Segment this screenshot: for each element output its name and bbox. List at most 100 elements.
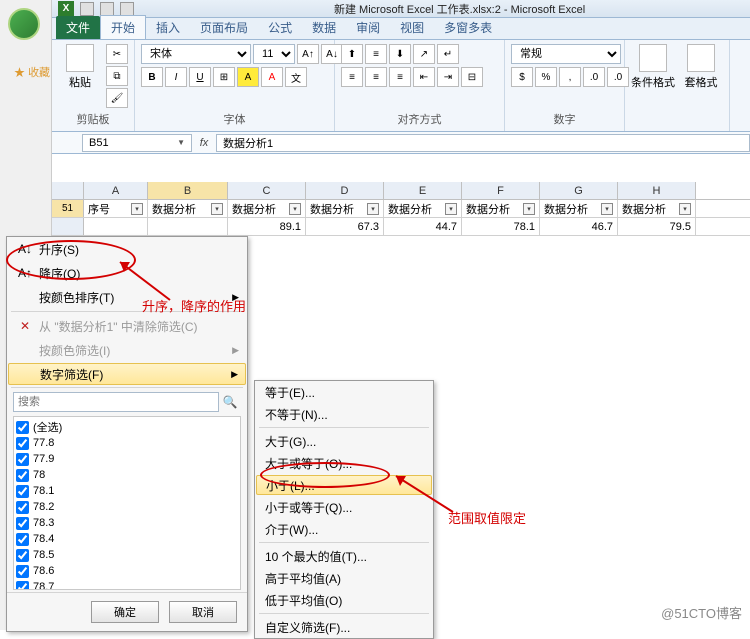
filter-icon[interactable]: ▾ xyxy=(367,203,379,215)
comma-icon[interactable]: , xyxy=(559,67,581,87)
filter-value-all[interactable]: (全选) xyxy=(16,419,238,435)
checkbox[interactable] xyxy=(16,581,29,591)
currency-icon[interactable]: $ xyxy=(511,67,533,87)
wrap-text-icon[interactable]: ↵ xyxy=(437,44,459,64)
filter-value-item[interactable]: 78.1 xyxy=(16,483,238,499)
col-header-d[interactable]: D xyxy=(306,182,384,199)
col-header-e[interactable]: E xyxy=(384,182,462,199)
custom-filter-item[interactable]: 自定义筛选(F)... xyxy=(255,616,433,638)
cell[interactable]: 44.7 xyxy=(384,218,462,235)
copy-icon[interactable]: ⧉ xyxy=(106,66,128,86)
filter-icon[interactable]: ▾ xyxy=(445,203,457,215)
grow-font-icon[interactable]: A↑ xyxy=(297,44,319,64)
tab-insert[interactable]: 插入 xyxy=(146,16,190,39)
filter-icon[interactable]: ▾ xyxy=(601,203,613,215)
filter-value-item[interactable]: 78.4 xyxy=(16,531,238,547)
cell[interactable]: 79.5 xyxy=(618,218,696,235)
formula-bar[interactable]: 数据分析1 xyxy=(216,134,750,152)
checkbox[interactable] xyxy=(16,501,29,514)
align-right-icon[interactable]: ≡ xyxy=(389,67,411,87)
cell[interactable]: 67.3 xyxy=(306,218,384,235)
format-painter-icon[interactable]: 🖌 xyxy=(106,88,128,108)
top10-item[interactable]: 10 个最大的值(T)... xyxy=(255,545,433,567)
undo-icon[interactable] xyxy=(100,2,114,16)
filter-icon[interactable]: ▾ xyxy=(523,203,535,215)
fill-color-button[interactable]: A xyxy=(237,67,259,87)
tab-layout[interactable]: 页面布局 xyxy=(190,16,258,39)
select-all-corner[interactable] xyxy=(52,182,84,199)
tab-review[interactable]: 审阅 xyxy=(346,16,390,39)
checkbox[interactable] xyxy=(16,469,29,482)
less-equal-item[interactable]: 小于或等于(Q)... xyxy=(255,496,433,518)
col-header-b[interactable]: B xyxy=(148,182,228,199)
col-header-a[interactable]: A xyxy=(84,182,148,199)
checkbox[interactable] xyxy=(16,533,29,546)
filter-value-item[interactable]: 77.8 xyxy=(16,435,238,451)
greater-equal-item[interactable]: 大于或等于(O)... xyxy=(255,452,433,474)
inc-decimal-icon[interactable]: .0 xyxy=(583,67,605,87)
header-cell[interactable]: 数据分析▾ xyxy=(148,200,228,217)
phonetic-button[interactable]: 文 xyxy=(285,67,307,87)
cell[interactable]: 89.1 xyxy=(228,218,306,235)
sort-desc-item[interactable]: A↑降序(O) xyxy=(7,261,247,285)
checkbox[interactable] xyxy=(16,549,29,562)
align-center-icon[interactable]: ≡ xyxy=(365,67,387,87)
not-equals-item[interactable]: 不等于(N)... xyxy=(255,403,433,425)
filter-icon[interactable]: ▾ xyxy=(131,203,143,215)
tab-view[interactable]: 视图 xyxy=(390,16,434,39)
redo-icon[interactable] xyxy=(120,2,134,16)
tab-formula[interactable]: 公式 xyxy=(258,16,302,39)
tab-home[interactable]: 开始 xyxy=(100,15,146,39)
ok-button[interactable]: 确定 xyxy=(91,601,159,623)
checkbox[interactable] xyxy=(16,517,29,530)
sort-asc-item[interactable]: A↓升序(S) xyxy=(7,237,247,261)
cut-icon[interactable]: ✂ xyxy=(106,44,128,64)
checkbox[interactable] xyxy=(16,565,29,578)
merge-icon[interactable]: ⊟ xyxy=(461,67,483,87)
indent-inc-icon[interactable]: ⇥ xyxy=(437,67,459,87)
above-avg-item[interactable]: 高于平均值(A) xyxy=(255,567,433,589)
name-box[interactable]: B51▼ xyxy=(82,134,192,152)
border-button[interactable]: ⊞ xyxy=(213,67,235,87)
col-header-c[interactable]: C xyxy=(228,182,306,199)
filter-value-item[interactable]: 78.2 xyxy=(16,499,238,515)
cancel-button[interactable]: 取消 xyxy=(169,601,237,623)
number-filter-item[interactable]: 数字筛选(F)▶ xyxy=(8,363,246,385)
align-top-icon[interactable]: ⬆ xyxy=(341,44,363,64)
header-cell[interactable]: 数据分析▾ xyxy=(306,200,384,217)
equals-item[interactable]: 等于(E)... xyxy=(255,381,433,403)
font-color-button[interactable]: A xyxy=(261,67,283,87)
col-header-f[interactable]: F xyxy=(462,182,540,199)
filter-icon[interactable]: ▾ xyxy=(211,203,223,215)
tab-file[interactable]: 文件 xyxy=(56,16,100,39)
filter-icon[interactable]: ▾ xyxy=(679,203,691,215)
filter-values-list[interactable]: (全选) 77.8 77.9 78 78.1 78.2 78.3 78.4 78… xyxy=(13,416,241,590)
header-cell[interactable]: 数据分析▾ xyxy=(462,200,540,217)
number-format-select[interactable]: 常规 xyxy=(511,44,621,64)
cell[interactable]: 78.1 xyxy=(462,218,540,235)
header-cell[interactable]: 数据分析▾ xyxy=(540,200,618,217)
row-header[interactable]: 51 xyxy=(52,200,84,217)
tab-more[interactable]: 多窗多表 xyxy=(434,16,502,39)
cell[interactable] xyxy=(148,218,228,235)
header-cell[interactable]: 序号▾ xyxy=(84,200,148,217)
filter-value-item[interactable]: 78.3 xyxy=(16,515,238,531)
filter-icon[interactable]: ▾ xyxy=(289,203,301,215)
sort-by-color-item[interactable]: 按颜色排序(T)▶ xyxy=(7,285,247,309)
font-name-select[interactable]: 宋体 xyxy=(141,44,251,64)
align-bottom-icon[interactable]: ⬇ xyxy=(389,44,411,64)
search-icon[interactable]: 🔍 xyxy=(219,395,241,409)
filter-value-item[interactable]: 78.6 xyxy=(16,563,238,579)
filter-value-item[interactable]: 78.7 xyxy=(16,579,238,590)
favorites-label[interactable]: ★ 收藏 xyxy=(14,64,50,80)
row-header[interactable] xyxy=(52,218,84,235)
filter-search-input[interactable] xyxy=(13,392,219,412)
checkbox[interactable] xyxy=(16,485,29,498)
bold-button[interactable]: B xyxy=(141,67,163,87)
col-header-h[interactable]: H xyxy=(618,182,696,199)
save-icon[interactable] xyxy=(80,2,94,16)
header-cell[interactable]: 数据分析▾ xyxy=(618,200,696,217)
table-style-button[interactable]: 套格式 xyxy=(679,44,723,90)
filter-value-item[interactable]: 78.5 xyxy=(16,547,238,563)
checkbox[interactable] xyxy=(16,453,29,466)
